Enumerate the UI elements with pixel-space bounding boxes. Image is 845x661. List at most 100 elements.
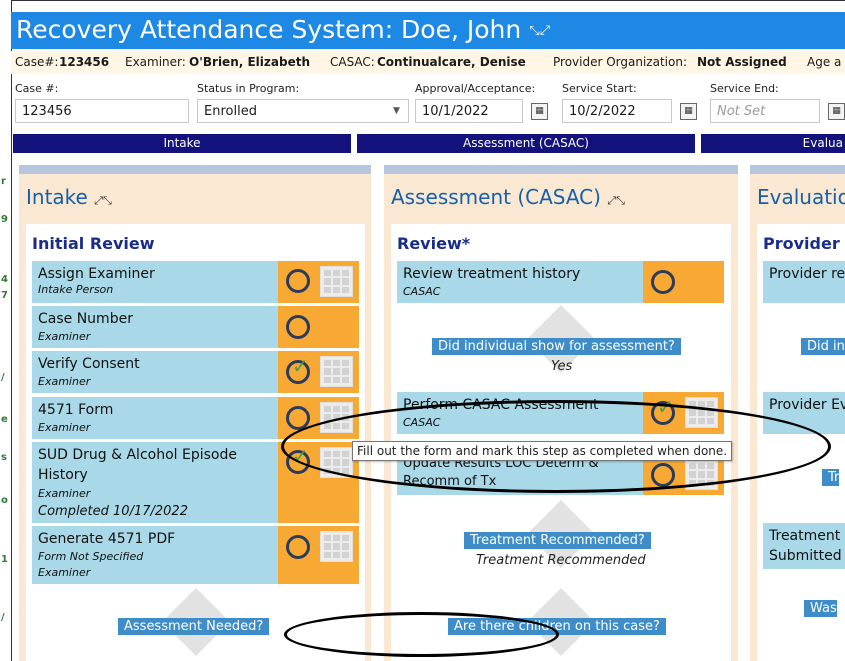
status-open-circle-icon[interactable] xyxy=(286,315,310,339)
step-name: Provider Ev xyxy=(769,397,845,413)
step-role: Examiner xyxy=(38,375,91,388)
phase-tab-intake[interactable]: Intake xyxy=(13,134,351,153)
step-role: Form Not Specified xyxy=(38,550,144,563)
step-role: CASAC xyxy=(403,285,441,298)
step-treatment-submitted[interactable]: Treatment Submitted xyxy=(763,523,845,569)
step-role: Examiner xyxy=(38,566,91,579)
case-number-value: 123456 xyxy=(59,55,110,69)
status-open-circle-icon[interactable] xyxy=(286,269,310,293)
assessment-needed-question[interactable]: Assessment Needed? xyxy=(118,618,270,635)
decision-answer: Treatment Recommended xyxy=(476,553,646,568)
service-start-label: Service Start: xyxy=(562,82,637,95)
step-name: Assign Examiner xyxy=(38,266,155,282)
examiner-value: O'Brien, Elizabeth xyxy=(189,55,310,69)
age-label: Age a xyxy=(807,55,842,69)
step-case-number[interactable]: Case Number Examiner xyxy=(32,306,278,348)
step-role: Examiner xyxy=(38,330,91,343)
service-end-label: Service End: xyxy=(710,82,779,95)
status-select[interactable]: Enrolled xyxy=(197,99,409,123)
checkmark-icon: ✓ xyxy=(292,354,309,378)
evaluation-question[interactable]: Tr xyxy=(822,469,840,486)
casac-label: CASAC: xyxy=(330,55,375,69)
case-info-bar: Case#: 123456 Examiner: O'Brien, Elizabe… xyxy=(11,51,845,74)
expand-icon[interactable]: ⤢⤡ xyxy=(94,194,112,207)
step-verify-consent[interactable]: Verify Consent Examiner xyxy=(32,351,278,393)
column-divider-strip xyxy=(384,165,738,174)
case-field-label: Case #: xyxy=(15,82,59,95)
service-end-input[interactable]: Not Set xyxy=(710,99,820,123)
step-name: SUD Drug & Alcohol Episode History xyxy=(38,447,237,483)
step-name: Generate 4571 PDF xyxy=(38,531,176,547)
step-assign-examiner[interactable]: Assign Examiner Intake Person xyxy=(32,261,278,303)
gutter-mark: 9 xyxy=(1,214,8,225)
treatment-recommended-question[interactable]: Treatment Recommended? xyxy=(464,532,651,549)
intake-title-text: Intake xyxy=(26,185,88,209)
evaluation-question[interactable]: Did in xyxy=(801,338,845,355)
provider-org-label: Provider Organization: xyxy=(553,55,687,69)
step-4571-form[interactable]: 4571 Form Examiner xyxy=(32,397,278,439)
expand-all-icon[interactable]: ⤡⤢ xyxy=(529,24,550,39)
gutter-mark: o xyxy=(1,495,8,506)
gutter-mark: 4 xyxy=(1,274,8,285)
annotation-ellipse xyxy=(284,612,559,657)
examiner-label: Examiner: xyxy=(125,55,186,69)
step-name: Review treatment history xyxy=(403,266,581,282)
evaluation-column-title: Evaluation xyxy=(757,185,845,209)
review-section-title: Review* xyxy=(397,234,471,253)
step-review-treatment-history[interactable]: Review treatment history CASAC xyxy=(397,261,643,303)
form-grid-icon[interactable] xyxy=(320,356,353,387)
gutter-mark: s xyxy=(1,452,7,463)
intake-column-title: Intake ⤢⤡ xyxy=(26,185,112,209)
initial-review-title: Initial Review xyxy=(32,234,155,253)
calendar-icon[interactable]: ▦ xyxy=(531,103,548,120)
step-role: Examiner xyxy=(38,487,91,500)
decision-answer: Yes xyxy=(551,359,573,374)
case-number-label: Case#: xyxy=(15,55,59,69)
step-provider-review[interactable]: Provider re xyxy=(763,261,845,303)
step-name: Verify Consent xyxy=(38,356,140,372)
case-number-input[interactable]: 123456 xyxy=(15,99,189,123)
service-start-input[interactable]: 10/2/2022 xyxy=(562,99,672,123)
column-divider-strip xyxy=(750,165,845,174)
status-selected-value: Enrolled xyxy=(204,104,257,119)
assessment-title-text: Assessment (CASAC) xyxy=(391,185,601,209)
expand-icon[interactable]: ⤢⤡ xyxy=(607,194,625,207)
status-open-circle-icon[interactable] xyxy=(286,535,310,559)
window-title: Recovery Attendance System: Doe, John ⤡⤢ xyxy=(16,15,550,44)
gutter-mark: 7 xyxy=(1,290,8,301)
title-bar: Recovery Attendance System: Doe, John ⤡⤢ xyxy=(11,12,845,49)
step-sud-history[interactable]: SUD Drug & Alcohol Episode History Exami… xyxy=(32,442,278,523)
evaluation-question[interactable]: Was xyxy=(804,600,837,617)
step-role: Intake Person xyxy=(38,283,114,296)
step-name: Provider re xyxy=(769,266,845,282)
column-divider-strip xyxy=(19,165,371,174)
casac-value: Continualcare, Denise xyxy=(377,55,526,69)
approval-label: Approval/Acceptance: xyxy=(415,82,536,95)
step-completed-date: Completed 10/17/2022 xyxy=(38,504,188,519)
step-name-line1: Treatment xyxy=(769,528,841,544)
gutter-mark: r xyxy=(1,176,6,187)
step-role: Examiner xyxy=(38,421,91,434)
gutter-mark: 1 xyxy=(1,554,8,565)
annotation-ellipse xyxy=(281,400,831,493)
gutter-mark: / xyxy=(1,612,5,623)
phase-tab-assessment[interactable]: Assessment (CASAC) xyxy=(357,134,695,153)
step-name: Treatment Submitted xyxy=(769,526,842,566)
chevron-down-icon[interactable]: ▼ xyxy=(393,106,400,116)
calendar-icon[interactable]: ▦ xyxy=(680,103,697,120)
form-grid-icon[interactable] xyxy=(320,266,353,297)
approval-date-input[interactable]: 10/1/2022 xyxy=(415,99,523,123)
assessment-column-title: Assessment (CASAC) ⤢⤡ xyxy=(391,185,625,209)
step-name: 4571 Form xyxy=(38,402,114,418)
form-grid-icon[interactable] xyxy=(320,531,353,562)
calendar-icon[interactable]: ▦ xyxy=(828,103,845,120)
window-title-text: Recovery Attendance System: Doe, John xyxy=(16,15,522,44)
status-label: Status in Program: xyxy=(197,82,300,95)
gutter-mark: e xyxy=(1,414,8,425)
phase-tab-evaluation-label: Evalua xyxy=(802,136,843,150)
show-for-assessment-question[interactable]: Did individual show for assessment? xyxy=(432,338,681,355)
step-generate-pdf[interactable]: Generate 4571 PDF Form Not Specified Exa… xyxy=(32,526,278,584)
phase-tab-evaluation[interactable]: Evalua xyxy=(701,134,845,153)
step-name-line2: Submitted xyxy=(769,548,842,564)
status-open-circle-icon[interactable] xyxy=(651,270,675,294)
